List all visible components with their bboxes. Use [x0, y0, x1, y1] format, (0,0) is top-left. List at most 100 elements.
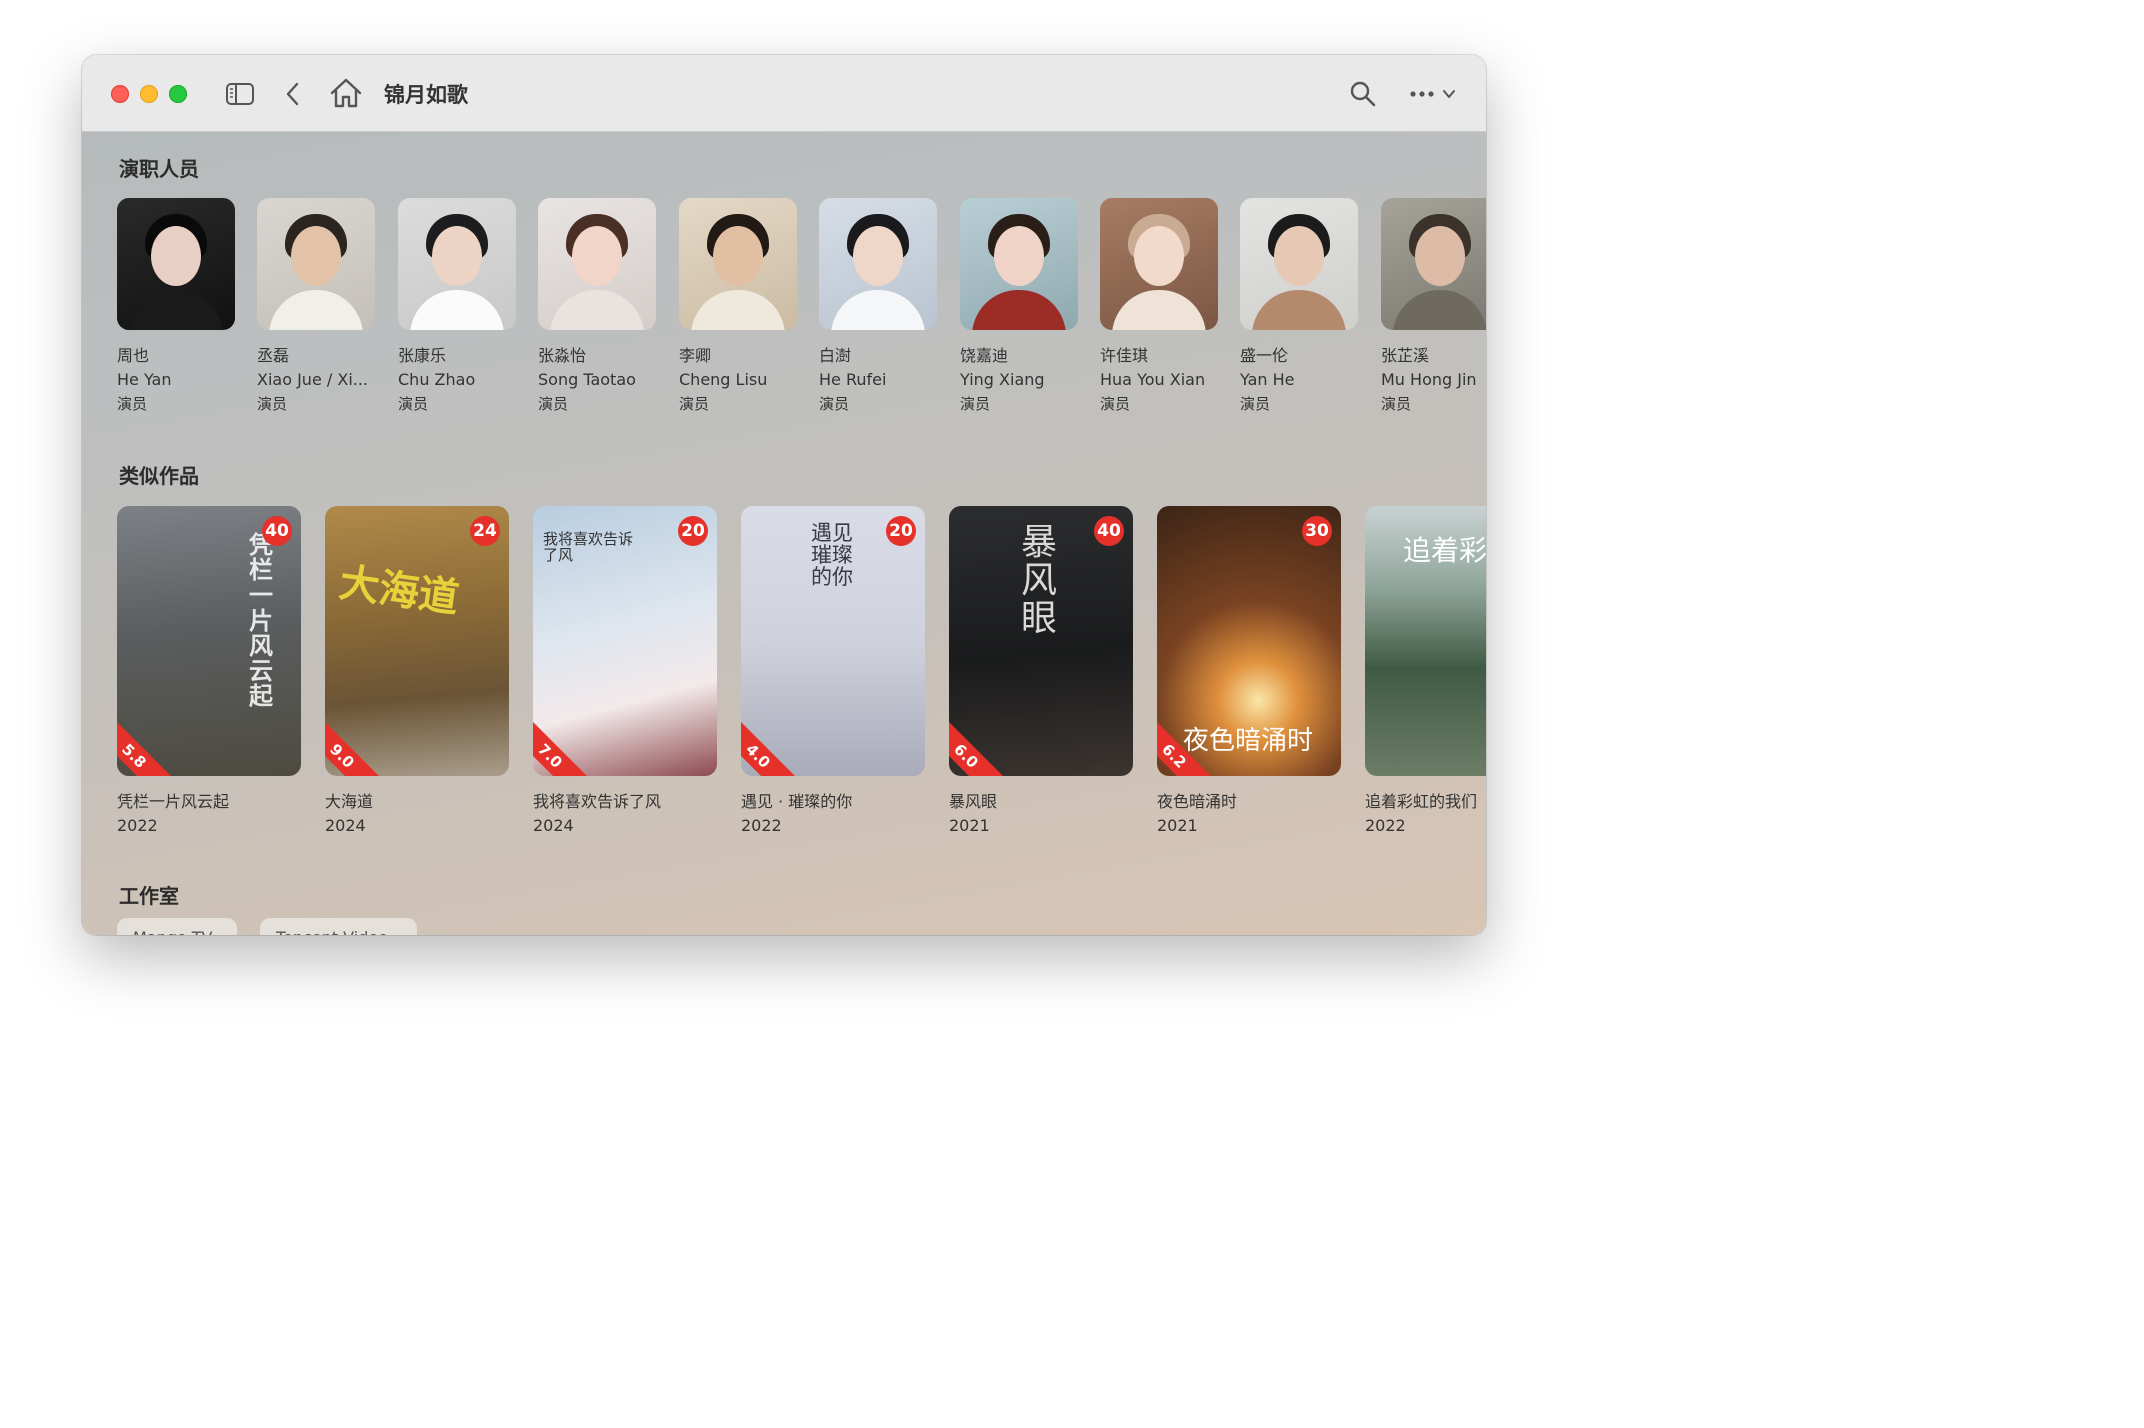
- cast-photo: [679, 198, 797, 330]
- work-card[interactable]: 追着彩虹 追着彩虹的我们 2022: [1365, 506, 1486, 838]
- rating-badge: 5.8: [117, 708, 182, 776]
- poster: 追着彩虹: [1365, 506, 1486, 776]
- cast-photo: [1100, 198, 1218, 330]
- cast-character: Xiao Jue / Xi...: [257, 370, 369, 389]
- rating-badge: 4.0: [741, 708, 806, 776]
- cast-character: He Yan: [117, 370, 172, 389]
- cast-card[interactable]: 饶嘉迪 Ying Xiang 演员: [960, 198, 1078, 416]
- work-year: 2022: [117, 816, 158, 835]
- cast-name: 周也: [117, 346, 150, 365]
- chevron-down-icon[interactable]: [1442, 87, 1456, 101]
- work-title: 凭栏一片风云起: [117, 792, 230, 811]
- cast-character: Ying Xiang: [960, 370, 1045, 389]
- cast-role: 演员: [960, 395, 991, 413]
- work-year: 2024: [325, 816, 366, 835]
- cast-character: Chu Zhao: [398, 370, 476, 389]
- minimize-window-button[interactable]: [140, 85, 158, 103]
- poster-title-art: 追着彩虹: [1403, 534, 1486, 567]
- rating-badge: 7.0: [533, 708, 598, 776]
- studio-pill[interactable]: Mango TV: [117, 918, 237, 935]
- episode-count-badge: 40: [262, 516, 292, 546]
- cast-character: Yan He: [1240, 370, 1295, 389]
- studio-pill[interactable]: Tencent Video: [260, 918, 417, 935]
- work-card[interactable]: 遇见璀璨的你 20 4.0 遇见 · 璀璨的你 2022: [741, 506, 925, 838]
- poster: 我将喜欢告诉了风 20 7.0: [533, 506, 717, 776]
- rating-badge: 9.0: [325, 708, 390, 776]
- poster-title-art: 遇见璀璨的你: [811, 521, 853, 590]
- cast-name: 李卿: [679, 346, 712, 365]
- cast-photo: [1240, 198, 1358, 330]
- work-card[interactable]: 大海道 24 9.0 大海道 2024: [325, 506, 509, 838]
- cast-card[interactable]: 许佳琪 Hua You Xian 演员: [1100, 198, 1218, 416]
- cast-card[interactable]: 张康乐 Chu Zhao 演员: [398, 198, 516, 416]
- cast-name: 饶嘉迪: [960, 346, 1009, 365]
- work-title: 遇见 · 璀璨的你: [741, 792, 853, 811]
- cast-name: 丞磊: [257, 346, 290, 365]
- work-card[interactable]: 凭栏一片风云起 40 5.8 凭栏一片风云起 2022: [117, 506, 301, 838]
- cast-section-title: 演职人员: [119, 157, 199, 181]
- work-year: 2021: [949, 816, 990, 835]
- cast-photo: [257, 198, 375, 330]
- cast-photo: [819, 198, 937, 330]
- cast-role: 演员: [1240, 395, 1271, 413]
- cast-card[interactable]: 张芷溪 Mu Hong Jin 演员: [1381, 198, 1486, 416]
- episode-count-badge: 20: [886, 516, 916, 546]
- cast-card[interactable]: 周也 He Yan 演员: [117, 198, 235, 416]
- cast-role: 演员: [1100, 395, 1131, 413]
- rating-badge: 6.0: [949, 708, 1014, 776]
- poster: 夜色暗涌时 30 6.2: [1157, 506, 1341, 776]
- episode-count-badge: 40: [1094, 516, 1124, 546]
- poster-title-art: 凭栏一片风云起: [249, 530, 273, 711]
- cast-character: Song Taotao: [538, 370, 636, 389]
- episode-count-badge: 24: [470, 516, 500, 546]
- cast-character: Cheng Lisu: [679, 370, 768, 389]
- cast-role: 演员: [538, 395, 569, 413]
- search-icon[interactable]: [1349, 80, 1377, 108]
- episode-count-badge: 30: [1302, 516, 1332, 546]
- cast-name: 许佳琪: [1100, 346, 1149, 365]
- work-title: 追着彩虹的我们: [1365, 792, 1478, 811]
- work-card[interactable]: 暴风眼 40 6.0 暴风眼 2021: [949, 506, 1133, 838]
- work-year: 2024: [533, 816, 574, 835]
- cast-role: 演员: [257, 395, 288, 413]
- cast-name: 张芷溪: [1381, 346, 1430, 365]
- cast-role: 演员: [1381, 395, 1412, 413]
- close-window-button[interactable]: [111, 85, 129, 103]
- cast-photo: [398, 198, 516, 330]
- poster-title-art: 暴风眼: [1021, 522, 1058, 639]
- toolbar: 锦月如歌: [82, 55, 1486, 132]
- zoom-window-button[interactable]: [169, 85, 187, 103]
- cast-photo: [538, 198, 656, 330]
- work-title: 暴风眼: [949, 792, 998, 811]
- episode-count-badge: 20: [678, 516, 708, 546]
- cast-character: He Rufei: [819, 370, 887, 389]
- home-icon[interactable]: [329, 77, 363, 109]
- page-title: 锦月如歌: [384, 83, 468, 107]
- cast-card[interactable]: 张淼怡 Song Taotao 演员: [538, 198, 656, 416]
- poster: 大海道 24 9.0: [325, 506, 509, 776]
- work-year: 2022: [741, 816, 782, 835]
- cast-role: 演员: [117, 395, 148, 413]
- cast-name: 白澍: [819, 346, 852, 365]
- work-title: 我将喜欢告诉了风: [533, 792, 662, 811]
- studio-section-title: 工作室: [119, 884, 179, 908]
- cast-card[interactable]: 白澍 He Rufei 演员: [819, 198, 937, 416]
- more-ellipsis-icon[interactable]: [1408, 89, 1438, 99]
- cast-role: 演员: [679, 395, 710, 413]
- rating-badge: 6.2: [1157, 708, 1222, 776]
- cast-name: 张淼怡: [538, 346, 587, 365]
- cast-card[interactable]: 盛一伦 Yan He 演员: [1240, 198, 1358, 416]
- work-card[interactable]: 我将喜欢告诉了风 20 7.0 我将喜欢告诉了风 2024: [533, 506, 717, 838]
- poster: 遇见璀璨的你 20 4.0: [741, 506, 925, 776]
- cast-name: 盛一伦: [1240, 346, 1289, 365]
- cast-card[interactable]: 李卿 Cheng Lisu 演员: [679, 198, 797, 416]
- cast-character: Mu Hong Jin: [1381, 370, 1477, 389]
- cast-role: 演员: [819, 395, 850, 413]
- cast-name: 张康乐: [398, 346, 447, 365]
- back-chevron-icon[interactable]: [283, 81, 303, 107]
- work-title: 夜色暗涌时: [1157, 792, 1238, 811]
- cast-photo: [960, 198, 1078, 330]
- cast-card[interactable]: 丞磊 Xiao Jue / Xi... 演员: [257, 198, 375, 416]
- work-card[interactable]: 夜色暗涌时 30 6.2 夜色暗涌时 2021: [1157, 506, 1341, 838]
- sidebar-toggle-icon[interactable]: [225, 81, 255, 107]
